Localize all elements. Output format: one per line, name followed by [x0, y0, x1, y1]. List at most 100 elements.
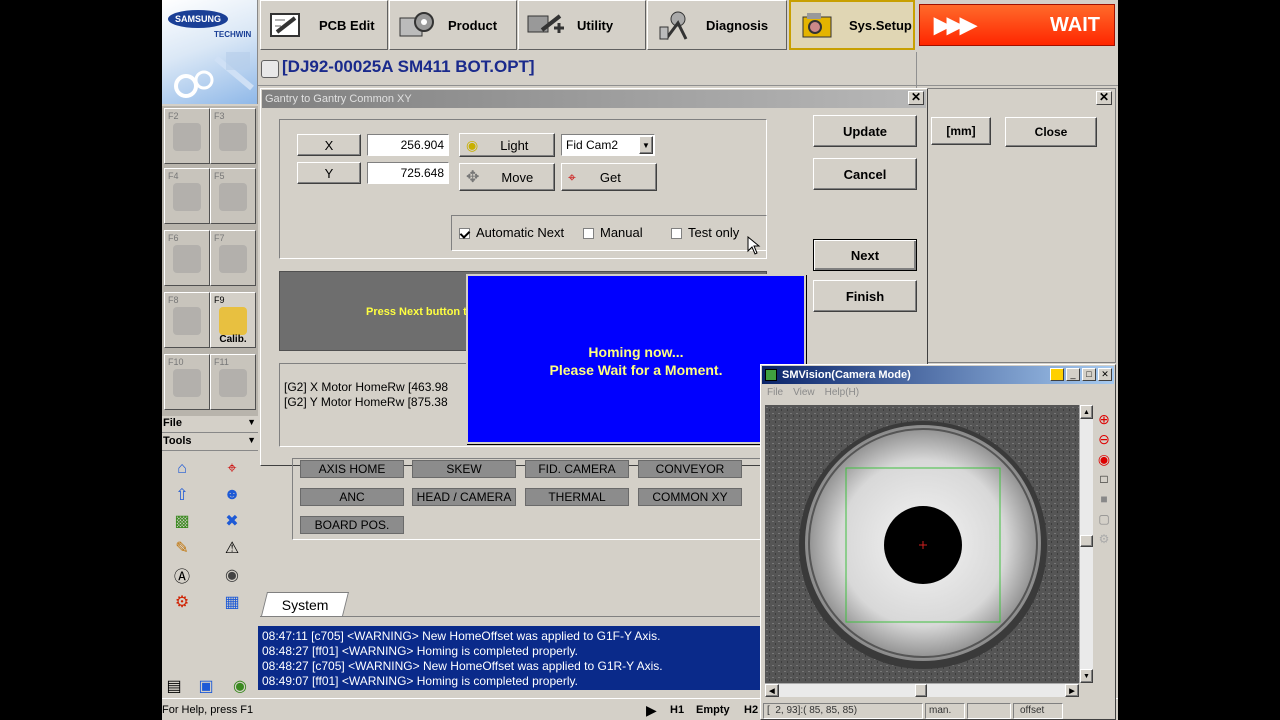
- move-button[interactable]: ✥ Move: [459, 163, 555, 191]
- category-button[interactable]: ANC: [300, 488, 404, 506]
- scroll-down-icon[interactable]: ▼: [1080, 669, 1093, 683]
- axis-icon[interactable]: ✖: [220, 510, 244, 532]
- maximize-icon[interactable]: □: [1082, 368, 1096, 381]
- sys-setup-label: Sys.Setup: [849, 17, 912, 33]
- wait-label: WAIT: [1050, 13, 1100, 36]
- update-button[interactable]: Update: [813, 115, 917, 147]
- vision-menu-view[interactable]: View: [793, 387, 815, 398]
- file-menu[interactable]: File ▼: [162, 417, 258, 433]
- auto-icon[interactable]: Ⓐ: [170, 564, 194, 586]
- calibrate-icon[interactable]: ✎: [170, 537, 194, 559]
- minimize-icon[interactable]: _: [1066, 368, 1080, 381]
- board-icon[interactable]: ▩: [170, 510, 194, 532]
- calendar-icon[interactable]: ▣: [194, 675, 218, 697]
- zoom-fit-icon[interactable]: ◉: [1095, 449, 1113, 469]
- play-icon[interactable]: ▶: [646, 702, 657, 719]
- category-button[interactable]: HEAD / CAMERA: [412, 488, 516, 506]
- x-label: X: [297, 134, 361, 156]
- gear-icon[interactable]: ⚙: [170, 591, 194, 613]
- homing-popup: Homing now... Please Wait for a Moment.: [466, 274, 806, 444]
- next-button[interactable]: Next: [813, 239, 917, 271]
- dialog-close-icon[interactable]: ✕: [908, 91, 924, 105]
- diagnosis-button[interactable]: Diagnosis: [647, 0, 787, 50]
- function-key-f8[interactable]: F8: [164, 292, 210, 348]
- offset-readout: offset: [1013, 703, 1063, 719]
- category-button[interactable]: COMMON XY: [638, 488, 742, 506]
- pin-icon[interactable]: [1050, 368, 1064, 381]
- close-button[interactable]: Close: [1005, 117, 1097, 147]
- sys-setup-button[interactable]: Sys.Setup: [789, 0, 915, 50]
- function-key-f9[interactable]: F9 Calib.: [210, 292, 256, 348]
- grid-icon[interactable]: ▦: [220, 591, 244, 613]
- function-key-label: F4: [168, 171, 179, 181]
- category-button[interactable]: AXIS HOME: [300, 460, 404, 478]
- zoom-in-icon[interactable]: ⊕: [1095, 409, 1113, 429]
- vision-tool-column: ⊕ ⊖ ◉ □ ■ ▢ ⚙: [1095, 409, 1113, 589]
- y-value-field[interactable]: 725.648: [367, 162, 449, 184]
- tools-menu[interactable]: Tools ▼: [162, 435, 258, 451]
- function-key-f2[interactable]: F2: [164, 108, 210, 164]
- light-button[interactable]: ◉ Light: [459, 133, 555, 157]
- scroll-up-icon[interactable]: ▲: [1080, 405, 1093, 419]
- function-key-f6[interactable]: F6: [164, 230, 210, 286]
- finish-button[interactable]: Finish: [813, 280, 917, 312]
- category-button[interactable]: FID. CAMERA: [525, 460, 629, 478]
- wait-indicator: ▶▶▶ WAIT: [919, 4, 1115, 46]
- user-icon[interactable]: ☻: [220, 484, 244, 506]
- chevron-down-icon[interactable]: ▼: [639, 136, 653, 154]
- window-icon[interactable]: □: [1095, 469, 1113, 489]
- category-button[interactable]: THERMAL: [525, 488, 629, 506]
- tab-divider: [260, 616, 764, 617]
- category-button[interactable]: CONVEYOR: [638, 460, 742, 478]
- vision-vscrollbar[interactable]: ▲ ▼: [1079, 405, 1093, 683]
- scroll-thumb[interactable]: [1080, 535, 1093, 547]
- back-dialog-close-icon[interactable]: ✕: [1096, 91, 1112, 105]
- tab-system[interactable]: System: [261, 592, 349, 616]
- scroll-left-icon[interactable]: ◀: [765, 684, 779, 697]
- automatic-next-checkbox[interactable]: Automatic Next: [459, 225, 564, 240]
- alert-icon[interactable]: ⚠: [220, 537, 244, 559]
- function-key-f5[interactable]: F5: [210, 168, 256, 224]
- category-button[interactable]: SKEW: [412, 460, 516, 478]
- scroll-right-icon[interactable]: ▶: [1065, 684, 1079, 697]
- camera-icon[interactable]: ◉: [220, 564, 244, 586]
- function-key-f10[interactable]: F10: [164, 354, 210, 410]
- upload-icon[interactable]: ⇧: [170, 484, 194, 506]
- vision-menu-help[interactable]: Help(H): [825, 387, 859, 398]
- function-key-f11[interactable]: F11: [210, 354, 256, 410]
- x-value-field[interactable]: 256.904: [367, 134, 449, 156]
- pcb-edit-button[interactable]: PCB Edit: [260, 0, 388, 50]
- close-icon[interactable]: ✕: [1098, 368, 1112, 381]
- function-key-f7[interactable]: F7: [210, 230, 256, 286]
- home-icon[interactable]: ⌂: [170, 458, 194, 480]
- cancel-button[interactable]: Cancel: [813, 158, 917, 190]
- homing-message-line2: Please Wait for a Moment.: [549, 362, 723, 378]
- zoom-out-icon[interactable]: ⊖: [1095, 429, 1113, 449]
- camera-select[interactable]: Fid Cam2 ▼: [561, 134, 655, 156]
- font-icon[interactable]: ▤: [162, 675, 186, 697]
- nozzle-icon: [173, 307, 201, 335]
- checkbox-icon: [671, 228, 682, 240]
- light-label: Light: [500, 137, 529, 153]
- settings-icon[interactable]: ⚙: [1095, 529, 1113, 549]
- manual-checkbox[interactable]: Manual: [583, 225, 643, 240]
- shield-icon[interactable]: ◉: [228, 675, 252, 697]
- test-only-checkbox[interactable]: Test only: [671, 225, 739, 240]
- frame-icon[interactable]: ■: [1095, 489, 1113, 509]
- get-button[interactable]: ⌖ Get: [561, 163, 657, 191]
- function-key-f4[interactable]: F4: [164, 168, 210, 224]
- back-dialog-titlebar: [927, 89, 1115, 107]
- function-key-f3[interactable]: F3: [210, 108, 256, 164]
- techwin-label: TECHWIN: [214, 30, 252, 39]
- rect-icon[interactable]: ▢: [1095, 509, 1113, 529]
- category-button[interactable]: BOARD POS.: [300, 516, 404, 534]
- get-label: Get: [599, 169, 621, 185]
- move-label: Move: [501, 169, 534, 185]
- product-button[interactable]: Product: [389, 0, 517, 50]
- utility-button[interactable]: Utility: [518, 0, 646, 50]
- vision-hscrollbar[interactable]: ◀ ▶: [765, 683, 1079, 697]
- target-icon[interactable]: ⌖: [220, 458, 244, 480]
- gantry-icon: [219, 123, 247, 151]
- vision-menu-file[interactable]: File: [767, 387, 783, 398]
- hscroll-thumb[interactable]: [915, 684, 927, 697]
